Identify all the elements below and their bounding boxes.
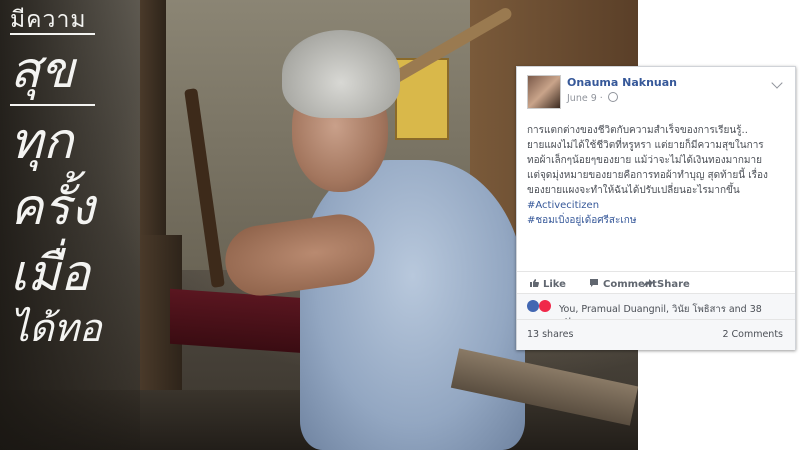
- share-icon: [643, 279, 653, 288]
- overlay-line-5: เมื่อ: [10, 245, 91, 301]
- hashtag-link[interactable]: #ชอมเบิ่งอยู่เด้อศรีสะเกษ: [527, 213, 787, 228]
- like-icon: [530, 279, 539, 287]
- comment-icon: [590, 279, 598, 287]
- globe-icon: [607, 92, 618, 102]
- like-label: Like: [543, 279, 566, 290]
- overlay-line-6: ได้ทอ: [10, 308, 102, 350]
- post-body: การแตกต่างของชีวิตกับความสำเร็จของการเรี…: [527, 123, 787, 228]
- share-button[interactable]: Share: [643, 278, 690, 290]
- post-date[interactable]: June 9 ·: [567, 93, 603, 104]
- overlay-line-3: ทุก: [10, 113, 74, 169]
- share-label: Share: [657, 279, 690, 290]
- comments-count[interactable]: 2 Comments: [722, 329, 783, 340]
- woman-hair: [282, 30, 400, 118]
- post-footer: 13 shares 2 Comments: [517, 319, 795, 350]
- overlay-rule: [10, 33, 95, 35]
- woman-shirt: [300, 160, 525, 450]
- love-reaction-icon: [539, 300, 551, 312]
- post-body-line: ยายแผงไม่ได้ใช้ชีวิตที่หรูหรา แต่ยายก็มี…: [527, 140, 764, 151]
- overlay-quote: มีความ สุข ทุก ครั้ง เมื่อ ได้ทอ: [10, 6, 102, 352]
- post-body-line: แต่จุดมุ่งหมายของยายคือการทอผ้าทำบุญ สุด…: [527, 170, 768, 181]
- post-body-line: การแตกต่างของชีวิตกับความสำเร็จของการเรี…: [527, 125, 748, 136]
- hashtag-link[interactable]: #Activecitizen: [527, 198, 787, 213]
- post-actions: Like Comment Share: [517, 271, 795, 294]
- overlay-rule: [10, 104, 95, 106]
- post-meta: June 9 ·: [567, 92, 618, 104]
- overlay-line-2: สุข: [10, 42, 75, 98]
- overlay-line-4: ครั้ง: [10, 179, 95, 235]
- post-author[interactable]: Onauma Naknuan: [567, 76, 677, 89]
- chevron-down-icon[interactable]: [771, 77, 783, 89]
- overlay-line-1: มีความ: [10, 6, 87, 32]
- post-body-line: ของยายแผงจะทำให้ฉันได้ปรับเปลี่ยนอะไรมาก…: [527, 185, 740, 196]
- post-body-line: ทอผ้าเล็กๆน้อยๆของยาย แม้ว่าจะไม่ได้เงิน…: [527, 155, 762, 166]
- post-header: Onauma Naknuan June 9 ·: [527, 75, 785, 115]
- like-button[interactable]: Like: [529, 278, 566, 290]
- facebook-post-card: Onauma Naknuan June 9 · การแตกต่างของชีว…: [516, 66, 796, 350]
- reactions-bar[interactable]: You, Pramual Duangnil, วินัย โพธิสาร and…: [517, 293, 795, 328]
- shares-count[interactable]: 13 shares: [527, 329, 573, 340]
- like-reaction-icon: [527, 300, 539, 312]
- avatar[interactable]: [527, 75, 561, 109]
